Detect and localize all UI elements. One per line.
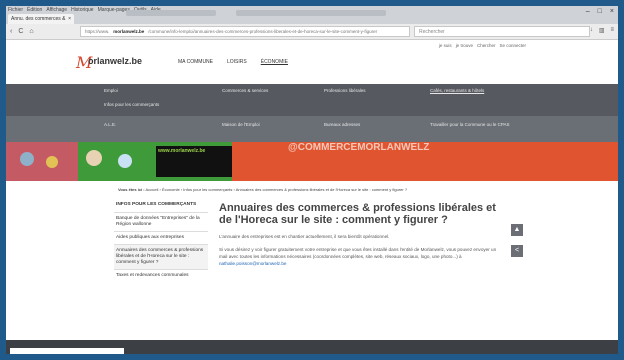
tab-bar: Fichier Édition Affichage Historique Mar… — [6, 6, 618, 28]
banner-figure — [46, 156, 58, 168]
mega-infos-commercants[interactable]: Infos pour les commerçants — [104, 102, 159, 107]
mega-professions[interactable]: Professions libérales — [324, 88, 366, 93]
menu-bookmarks[interactable]: Marque-pages — [98, 7, 130, 13]
mega-row-2: A.L.E. Maison de l'Emploi Bureaux adress… — [6, 116, 618, 142]
download-icon[interactable]: ↓ — [590, 27, 593, 34]
sidebar-item-taxes[interactable]: Taxes et redevances communales — [114, 269, 208, 282]
banner-figure — [86, 150, 102, 166]
mega-emploi[interactable]: Emploi — [104, 88, 118, 93]
url-prefix: https://www. — [85, 29, 110, 34]
close-window-icon[interactable]: × — [610, 8, 614, 15]
nav-economie[interactable]: ÉCONOMIE — [261, 59, 288, 65]
window-controls: – □ × — [586, 8, 614, 15]
search-placeholder: Rechercher — [419, 29, 445, 35]
url-domain: morlanwelz.be — [113, 29, 145, 34]
breadcrumb-path[interactable]: Accueil › Économie › Infos pour les comm… — [146, 187, 408, 192]
banner-figure — [20, 152, 34, 166]
mega-row-1: Emploi Infos pour les commerçants Commer… — [6, 84, 618, 116]
menu-view[interactable]: Affichage — [46, 7, 67, 13]
top-link-je-suis[interactable]: je suis — [439, 43, 452, 48]
page-title: Annuaires des commerces & professions li… — [219, 202, 496, 226]
logo-text[interactable]: orlanwelz.be — [88, 56, 142, 66]
email-link[interactable]: nathalie.poisson@morlanwelz.be — [219, 261, 286, 266]
toolbar-icons: ↓ ▥ ≡ — [590, 27, 614, 34]
article-body-text: Si vous désirez y voir figurer gratuitem… — [219, 247, 497, 259]
url-path: /commune/info-lemploi/annuaires-des-comm… — [148, 29, 378, 34]
breadcrumb-label: Vous êtes ici : — [118, 187, 145, 192]
main-nav: MA COMMUNE LOISIRS ÉCONOMIE — [178, 59, 288, 65]
home-icon[interactable]: ⌂ — [29, 28, 33, 35]
footer-tab — [10, 348, 124, 354]
tab-title: Annu. des commerces & ... — [11, 16, 66, 28]
top-link-login[interactable]: Se connecter — [499, 43, 526, 48]
footer — [6, 340, 618, 354]
sidebar-item-aides[interactable]: Aides publiques aux entreprises — [114, 231, 208, 244]
menu-file[interactable]: Fichier — [8, 7, 23, 13]
mega-horeca[interactable]: Cafés, restaurants & hôtels — [430, 88, 484, 93]
blurred-toolbar — [236, 10, 386, 16]
mega-commerces[interactable]: Commerces & services — [222, 88, 268, 93]
mega-menu: Emploi Infos pour les commerçants Commer… — [6, 84, 618, 142]
share-icon[interactable]: < — [511, 245, 523, 257]
menu-icon[interactable]: ≡ — [610, 27, 614, 34]
banner-figure — [118, 154, 132, 168]
banner-illustration — [6, 142, 78, 181]
navigation-bar: ‹ C ⌂ https://www. morlanwelz.be/commune/… — [6, 24, 618, 40]
tab-close-icon[interactable]: × — [68, 16, 71, 22]
top-links: je suis je trouve Chercher Se connecter — [439, 43, 526, 48]
minimize-icon[interactable]: – — [586, 8, 590, 15]
sidebar: INFOS POUR LES COMMERÇANTS Banque de don… — [114, 200, 208, 282]
sidebar-item-annuaires[interactable]: Annuaires des commerces & professions li… — [114, 244, 208, 269]
browser-window: Fichier Édition Affichage Historique Mar… — [6, 6, 618, 354]
article-body: Si vous désirez y voir figurer gratuitem… — [219, 246, 501, 267]
menu-edit[interactable]: Édition — [27, 7, 42, 13]
banner-image: www.morlanwelz.be @COMMERCEMORLANWELZ — [6, 142, 618, 181]
print-icon[interactable]: ▲ — [511, 224, 523, 236]
banner-small-text: www.morlanwelz.be — [158, 148, 206, 154]
maximize-icon[interactable]: □ — [598, 8, 602, 15]
blurred-toolbar — [126, 10, 216, 16]
sidebar-heading[interactable]: INFOS POUR LES COMMERÇANTS — [114, 200, 208, 212]
nav-loisirs[interactable]: LOISIRS — [227, 59, 247, 65]
mega-travailler[interactable]: Travailler pour la Commune ou le CPAS — [430, 122, 530, 128]
top-link-chercher[interactable]: Chercher — [477, 43, 496, 48]
search-input[interactable]: Rechercher — [414, 26, 590, 37]
mega-ale[interactable]: A.L.E. — [104, 122, 116, 127]
mega-bureaux[interactable]: Bureaux adresses — [324, 122, 360, 127]
breadcrumb: Vous êtes ici : Accueil › Économie › Inf… — [118, 187, 407, 192]
address-bar[interactable]: https://www. morlanwelz.be/commune/info-l… — [80, 26, 410, 37]
library-icon[interactable]: ▥ — [599, 27, 605, 34]
menu-history[interactable]: Historique — [71, 7, 94, 13]
mega-maison-emploi[interactable]: Maison de l'Emploi — [222, 122, 260, 127]
reload-icon[interactable]: C — [18, 28, 23, 35]
sidebar-item-banque[interactable]: Banque de données "Entreprises" de la Ré… — [114, 212, 208, 231]
banner-headline: @COMMERCEMORLANWELZ — [288, 142, 430, 153]
site-header: je suis je trouve Chercher Se connecter … — [6, 40, 618, 84]
browser-tab[interactable]: Annu. des commerces & ... × — [8, 14, 74, 28]
top-link-je-trouve[interactable]: je trouve — [456, 43, 473, 48]
back-icon[interactable]: ‹ — [10, 28, 12, 35]
nav-ma-commune[interactable]: MA COMMUNE — [178, 59, 213, 65]
article-lead: L'annuaire des entreprises est en chanti… — [219, 234, 390, 239]
